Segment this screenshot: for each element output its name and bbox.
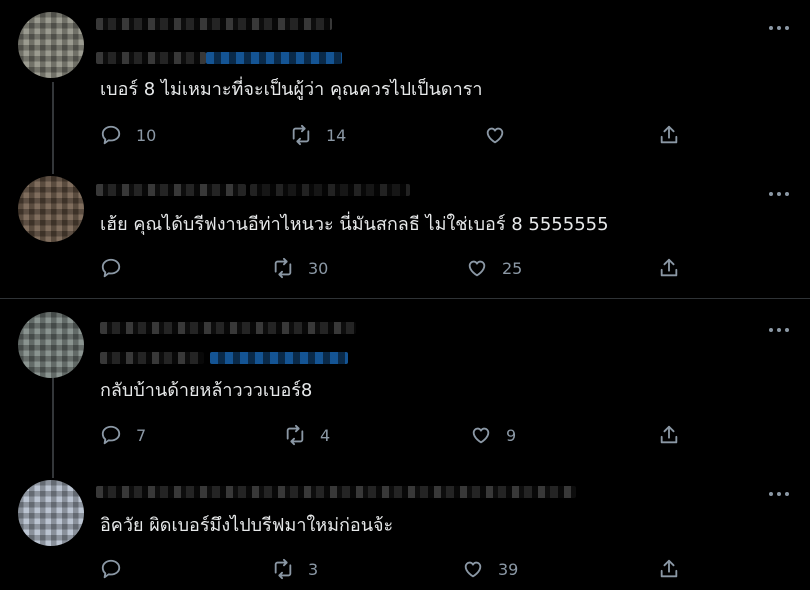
share-button[interactable] <box>658 257 680 279</box>
like-count: 9 <box>506 425 517 445</box>
share-button[interactable] <box>658 124 680 146</box>
blurred-display-name <box>96 486 576 498</box>
like-count: 25 <box>502 258 523 278</box>
share-icon <box>660 425 678 444</box>
retweet-icon <box>286 424 304 446</box>
heart-icon <box>486 127 504 144</box>
tweet-text: เฮ้ย คุณได้บรีฟงานอีท่าไหนวะ นี่มันสกลธี… <box>100 214 609 235</box>
retweet-button[interactable]: 4 <box>284 424 330 446</box>
retweet-count: 3 <box>308 559 319 579</box>
retweet-button[interactable]: 3 <box>272 558 318 580</box>
like-button[interactable]: 9 <box>470 424 516 446</box>
divider <box>0 298 810 299</box>
blurred-username <box>100 352 204 364</box>
reply-icon <box>101 258 121 278</box>
reply-button[interactable]: 7 <box>100 424 146 446</box>
reply-count: 7 <box>136 425 147 445</box>
tweet-text: อิควัย ผิดเบอร์มึงไปบรีฟมาใหม่ก่อนจ้ะ <box>100 515 394 536</box>
heart-icon <box>464 561 482 578</box>
like-button[interactable]: 39 <box>462 558 518 580</box>
avatar[interactable] <box>18 12 84 78</box>
retweet-button[interactable]: 30 <box>272 257 328 279</box>
reply-button[interactable] <box>100 558 136 580</box>
retweet-count: 4 <box>320 425 331 445</box>
reply-button[interactable] <box>100 257 136 279</box>
reply-icon <box>101 125 121 145</box>
thread-connector <box>52 82 54 174</box>
tweet-text: เบอร์ 8 ไม่เหมาะที่จะเป็นผู้ว่า คุณควรไป… <box>100 79 483 100</box>
retweet-count: 14 <box>326 125 347 145</box>
more-options-button[interactable] <box>766 484 792 504</box>
blurred-username <box>250 184 410 196</box>
retweet-count: 30 <box>308 258 329 278</box>
heart-icon <box>472 427 490 444</box>
like-button[interactable]: 25 <box>466 257 522 279</box>
reply-icon <box>101 425 121 445</box>
blurred-mention <box>210 352 348 364</box>
share-icon <box>660 559 678 578</box>
retweet-icon <box>274 558 292 580</box>
avatar[interactable] <box>18 312 84 378</box>
avatar[interactable] <box>18 176 84 242</box>
blurred-display-name <box>100 322 356 334</box>
reply-count: 10 <box>136 125 157 145</box>
like-button[interactable] <box>484 124 520 146</box>
share-button[interactable] <box>658 558 680 580</box>
tweet-text: กลับบ้านด้ายหล้าวววเบอร์8 <box>100 380 313 401</box>
thread-connector <box>52 372 54 478</box>
more-options-button[interactable] <box>766 18 792 38</box>
retweet-icon <box>274 257 292 279</box>
retweet-icon <box>292 124 310 146</box>
blurred-username <box>96 52 206 64</box>
like-count: 39 <box>498 559 519 579</box>
share-icon <box>660 258 678 277</box>
blurred-mention <box>206 52 342 64</box>
more-options-button[interactable] <box>766 320 792 340</box>
reply-icon <box>101 559 121 579</box>
reply-button[interactable]: 10 <box>100 124 156 146</box>
share-icon <box>660 125 678 144</box>
heart-icon <box>468 260 486 277</box>
blurred-display-name <box>96 18 332 30</box>
more-options-button[interactable] <box>766 184 792 204</box>
avatar[interactable] <box>18 480 84 546</box>
share-button[interactable] <box>658 424 680 446</box>
retweet-button[interactable]: 14 <box>290 124 346 146</box>
blurred-display-name <box>96 184 246 196</box>
